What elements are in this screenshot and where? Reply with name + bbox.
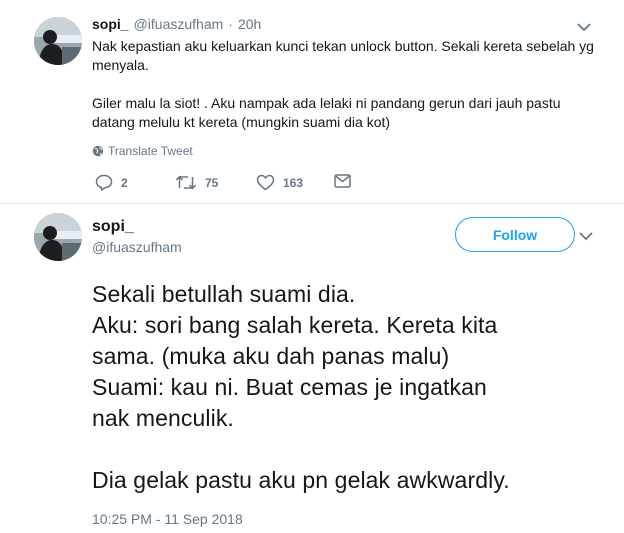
- retweet-count: 75: [205, 175, 219, 190]
- chevron-down-icon[interactable]: [579, 231, 593, 241]
- tweet-timestamp[interactable]: 10:25 PM - 11 Sep 2018: [92, 511, 243, 527]
- tweet-line: menyala.: [92, 57, 149, 73]
- dot-separator: ·: [228, 16, 233, 32]
- tweet-line: [92, 434, 617, 465]
- display-name[interactable]: sopi_: [92, 218, 134, 236]
- profile-photo: [34, 17, 82, 65]
- heart-icon: [256, 174, 275, 191]
- translate-label: Translate Tweet: [108, 144, 193, 158]
- tweet-text: Sekali betullah suami dia. Aku: sori ban…: [92, 279, 617, 496]
- user-handle[interactable]: @ifuaszufham: [134, 16, 224, 32]
- divider: [0, 203, 624, 204]
- reply-icon: [95, 174, 113, 191]
- reply-count: 2: [121, 175, 128, 190]
- chevron-down-icon[interactable]: [577, 22, 591, 32]
- retweet-icon: [175, 175, 197, 190]
- user-handle[interactable]: @ifuaszufham: [92, 239, 182, 255]
- tweet-line: datang melulu kt kereta (mungkin suami d…: [92, 114, 391, 130]
- tweet-header: sopi_ @ifuaszufham · 20h: [92, 16, 261, 32]
- direct-message-button[interactable]: [334, 174, 351, 188]
- tweet-line: nak menculik.: [92, 405, 234, 431]
- like-count: 163: [283, 175, 304, 190]
- tweet-line: sama. (muka aku dah panas malu): [92, 343, 450, 369]
- tweet-text: Nak kepastian aku keluarkan kunci tekan …: [92, 37, 612, 132]
- tweet-time[interactable]: 20h: [238, 16, 261, 32]
- tweet-line: Aku: sori bang salah kereta. Kereta kita: [92, 312, 498, 338]
- retweet-button[interactable]: 75: [175, 174, 218, 191]
- tweet-line: Nak kepastian aku keluarkan kunci tekan …: [92, 38, 594, 54]
- envelope-icon: [334, 174, 351, 188]
- follow-button[interactable]: Follow: [455, 217, 575, 252]
- reply-button[interactable]: 2: [95, 174, 128, 191]
- tweet-line: [92, 75, 612, 94]
- like-button[interactable]: 163: [256, 174, 303, 191]
- globe-icon: [92, 145, 104, 157]
- avatar[interactable]: [34, 213, 82, 261]
- avatar[interactable]: [34, 17, 82, 65]
- tweet-line: Giler malu la siot! . Aku nampak ada lel…: [92, 95, 561, 111]
- translate-tweet-link[interactable]: Translate Tweet: [92, 144, 193, 158]
- display-name[interactable]: sopi_: [92, 16, 129, 32]
- tweet-line: Sekali betullah suami dia.: [92, 281, 356, 307]
- tweet-line: Suami: kau ni. Buat cemas je ingatkan: [92, 374, 487, 400]
- profile-photo: [34, 213, 82, 261]
- tweet-line: Dia gelak pastu aku pn gelak awkwardly.: [92, 467, 510, 493]
